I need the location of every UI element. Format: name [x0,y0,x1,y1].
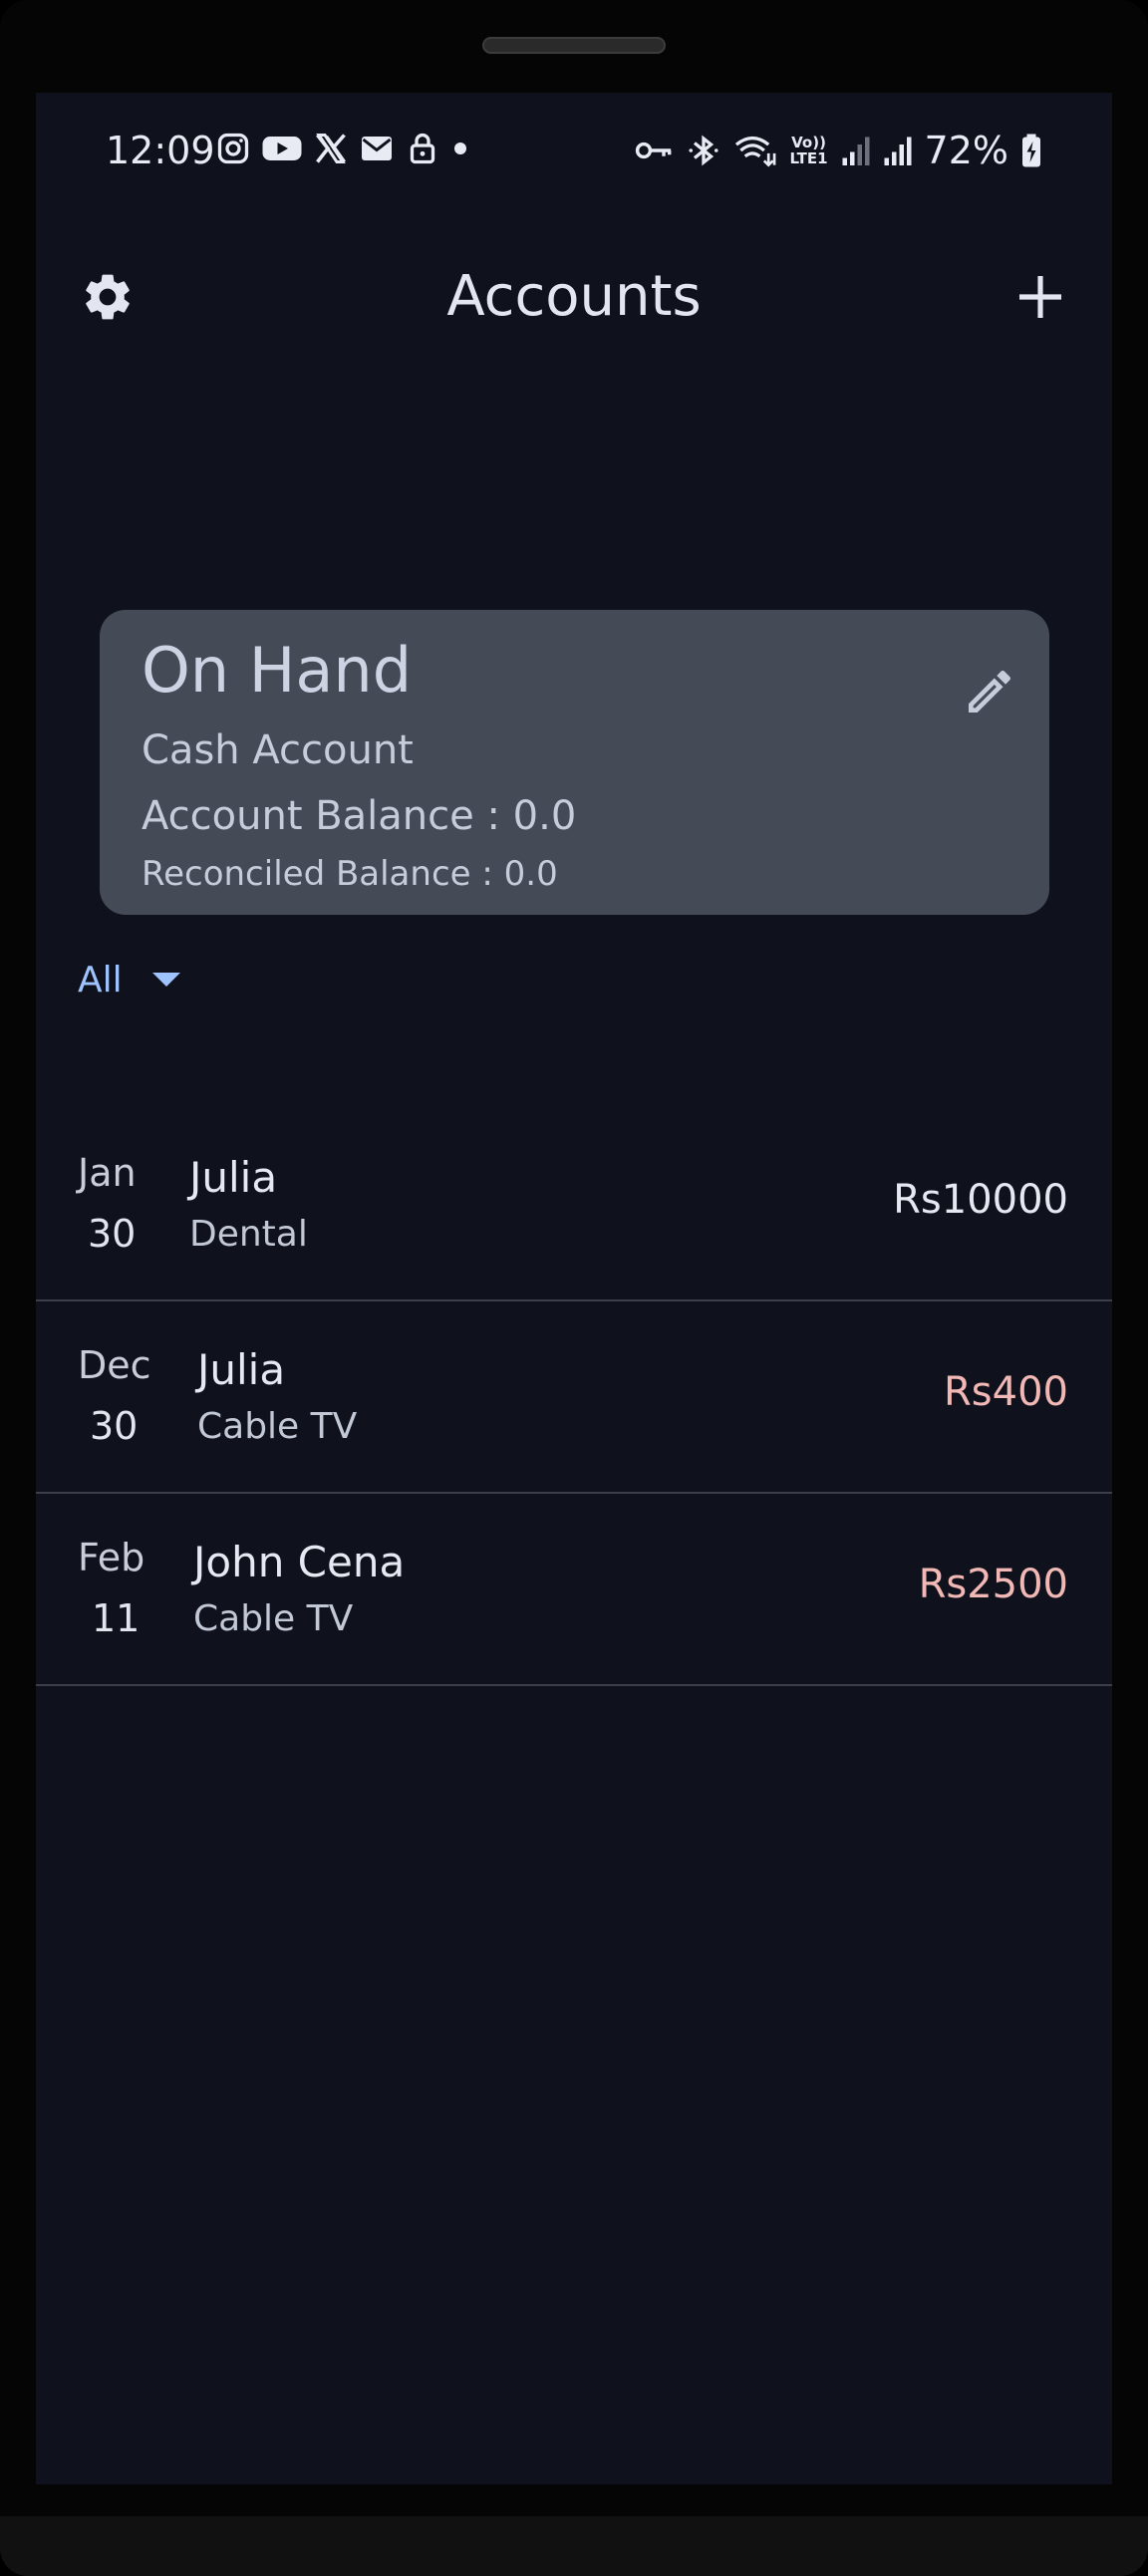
screen: 12:09 Vo)) LTE1 72% Accounts On Hand Cas… [36,93,1112,2484]
app-bar: Accounts [36,232,1112,362]
reconciled-balance: Reconciled Balance : 0.0 [142,854,558,894]
youtube-icon [262,137,302,160]
tx-day: 30 [88,1212,137,1256]
tx-category: Cable TV [197,1406,358,1447]
tx-payee: Julia [197,1345,286,1394]
tx-amount: Rs10000 [893,1177,1068,1223]
plus-icon[interactable] [1012,269,1068,325]
account-type: Cash Account [142,727,414,773]
page-title: Accounts [446,264,702,329]
battery-charging-icon [1022,134,1040,167]
vpn-key-icon [635,142,671,159]
account-name: On Hand [142,634,413,707]
account-card[interactable]: On Hand Cash Account Account Balance : 0… [100,610,1049,915]
tx-category: Cable TV [193,1598,354,1639]
tx-day: 30 [90,1404,139,1448]
tx-payee: Julia [189,1153,278,1202]
wifi-icon [734,136,775,167]
transaction-row[interactable]: Dec 30 Julia Cable TV Rs400 [36,1301,1112,1494]
phone-frame: 12:09 Vo)) LTE1 72% Accounts On Hand Cas… [0,0,1148,2576]
status-bar: 12:09 Vo)) LTE1 72% [36,93,1112,212]
tx-amount: Rs400 [944,1369,1068,1415]
filter-label: All [78,960,123,1001]
speaker-grille [482,37,666,54]
tx-month: Jan [78,1151,137,1195]
tx-payee: John Cena [193,1538,406,1586]
pencil-icon[interactable] [962,664,1017,719]
transaction-list: Jan 30 Julia Dental Rs10000 Dec 30 Julia… [36,1109,1112,1686]
system-icons: Vo)) LTE1 72% [634,129,1042,172]
transaction-row[interactable]: Jan 30 Julia Dental Rs10000 [36,1109,1112,1301]
tx-category: Dental [189,1214,308,1255]
signal-1-icon [842,137,870,165]
instagram-icon [217,133,249,164]
dropdown-arrow-icon [151,972,180,987]
tx-month: Dec [78,1343,151,1387]
signal-2-icon [884,137,912,165]
dot-icon [454,143,466,154]
account-balance: Account Balance : 0.0 [142,793,577,839]
mail-icon [362,137,392,160]
notification-icons [215,131,470,166]
phone-bottom-bezel [0,2516,1148,2576]
lock-icon [410,133,435,164]
tx-amount: Rs2500 [918,1562,1068,1607]
filter-dropdown[interactable]: All [78,960,180,1001]
status-time: 12:09 [106,129,215,172]
x-icon [316,134,346,163]
transaction-row[interactable]: Feb 11 John Cena Cable TV Rs2500 [36,1494,1112,1686]
tx-month: Feb [78,1536,145,1579]
tx-day: 11 [92,1596,141,1640]
bluetooth-icon [688,135,718,166]
volte-label: Vo)) LTE1 [789,134,828,167]
battery-percent: 72% [924,129,1008,172]
